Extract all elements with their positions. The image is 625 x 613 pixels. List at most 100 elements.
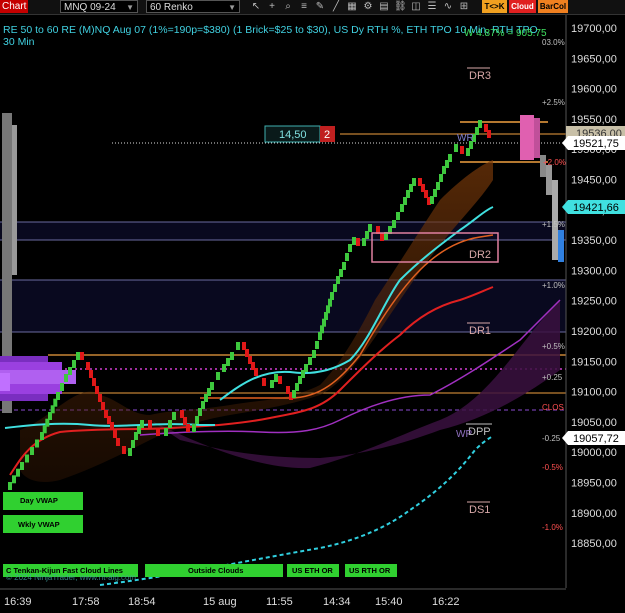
chart-area[interactable]: DR3 DR2 DR1 DPP WP DS1 WR 03.0% +2.5% +2… bbox=[0, 15, 625, 613]
renko-brick-down bbox=[113, 430, 117, 438]
renko-brick-up bbox=[339, 269, 343, 277]
renko-brick-down bbox=[122, 446, 126, 454]
price-tick-label: 19550,00 bbox=[571, 114, 617, 126]
snapshot-icon[interactable]: ◫ bbox=[410, 0, 422, 13]
renko-brick-up bbox=[352, 237, 356, 245]
renko-brick-up bbox=[140, 420, 144, 428]
bar-type-selector[interactable]: 60 Renko ▼ bbox=[146, 0, 240, 13]
time-tick-label: 16:22 bbox=[432, 596, 460, 608]
renko-brick-up bbox=[35, 439, 39, 448]
pct-label: +0.25 bbox=[542, 373, 563, 382]
renko-brick-up bbox=[330, 292, 334, 300]
chevron-down-icon: ▼ bbox=[126, 3, 134, 12]
properties-icon[interactable]: ≡ bbox=[298, 0, 310, 13]
toolbar: Chart MNQ 09-24 ▼ 60 Renko ▼ ↖ + ⌕ ≡ ✎ ╱… bbox=[0, 0, 625, 15]
renko-brick-up bbox=[68, 367, 72, 375]
time-tick-label: 15 aug bbox=[203, 596, 237, 608]
renko-brick-up bbox=[192, 424, 196, 432]
renko-brick-up bbox=[333, 284, 337, 292]
instrument-selector[interactable]: MNQ 09-24 ▼ bbox=[60, 0, 138, 13]
renko-brick-down bbox=[80, 352, 84, 360]
chart-title-line1: RE 50 to 60 RE (M)NQ Aug 07 (1%=190p=$38… bbox=[3, 24, 538, 36]
price-tick-label: 19200,00 bbox=[571, 326, 617, 338]
renko-brick-down bbox=[183, 417, 187, 425]
renko-brick-up bbox=[400, 204, 404, 212]
ds1-label: DS1 bbox=[469, 504, 490, 516]
renko-brick-up bbox=[466, 148, 470, 156]
renko-brick-up bbox=[172, 412, 176, 420]
instrument-label: MNQ 09-24 bbox=[64, 2, 116, 13]
renko-brick-up bbox=[20, 462, 24, 470]
link-icon[interactable]: ⛓ bbox=[394, 0, 407, 13]
close-label: CLOS bbox=[542, 403, 564, 412]
renko-brick-up bbox=[230, 352, 234, 360]
renko-brick-down bbox=[86, 362, 90, 370]
order-qty-text: 2 bbox=[324, 129, 330, 141]
renko-brick-down bbox=[95, 386, 99, 394]
barcol-toggle-button[interactable]: BarCol bbox=[538, 0, 568, 13]
renko-brick-up bbox=[292, 390, 296, 398]
renko-brick-up bbox=[72, 360, 76, 368]
renko-brick-up bbox=[365, 231, 369, 239]
renko-brick-down bbox=[262, 378, 266, 386]
renko-brick-up bbox=[345, 253, 349, 261]
renko-brick-up bbox=[164, 428, 168, 436]
time-axis-labels: 16:39 17:58 18:54 15 aug 11:55 14:34 15:40 16:2… bbox=[4, 596, 460, 608]
renko-brick-down bbox=[380, 233, 384, 241]
chart-menu-button[interactable]: Chart bbox=[0, 0, 28, 13]
time-tick-label: 11:55 bbox=[266, 596, 293, 608]
strategy-icon[interactable]: ⚙ bbox=[362, 0, 374, 13]
tck-toggle-button[interactable]: T<>K bbox=[482, 0, 507, 13]
renko-brick-down bbox=[242, 342, 246, 350]
time-tick-label: 15:40 bbox=[375, 596, 403, 608]
renko-brick-up bbox=[396, 212, 400, 220]
renko-brick-up bbox=[308, 357, 312, 365]
time-tick-label: 14:34 bbox=[323, 596, 351, 608]
chart-trader-order[interactable]: 14,50 2 bbox=[264, 125, 335, 143]
crosshair-icon[interactable]: + bbox=[266, 0, 278, 13]
grid-icon[interactable]: ▦ bbox=[346, 0, 358, 13]
renko-brick-down bbox=[101, 402, 105, 410]
tile-icon[interactable]: ⊞ bbox=[458, 0, 470, 13]
chevron-down-icon: ▼ bbox=[228, 3, 236, 12]
us-rth-or-label: US RTH OR bbox=[349, 566, 391, 575]
renko-brick-up bbox=[128, 448, 132, 456]
price-tick-label: 18950,00 bbox=[571, 478, 617, 490]
pct-label: -0.5% bbox=[542, 463, 563, 472]
zoom-icon[interactable]: ⌕ bbox=[282, 0, 294, 13]
lines-icon[interactable]: ╱ bbox=[330, 0, 342, 13]
price-tick-label: 19350,00 bbox=[571, 235, 617, 247]
renko-brick-up bbox=[368, 224, 372, 232]
cursor-icon[interactable]: ↖ bbox=[250, 0, 262, 13]
draw-icon[interactable]: ✎ bbox=[314, 0, 326, 13]
renko-brick-up bbox=[226, 358, 230, 366]
renko-brick-down bbox=[424, 190, 428, 198]
renko-brick-up bbox=[64, 374, 68, 382]
indicator-icon[interactable]: ∿ bbox=[442, 0, 454, 13]
renko-brick-down bbox=[245, 349, 249, 357]
price-tick-label: 19650,00 bbox=[571, 53, 617, 65]
renko-brick-down bbox=[110, 422, 114, 430]
pct-label: +2.5% bbox=[542, 98, 565, 107]
template-icon[interactable]: ☰ bbox=[426, 0, 438, 13]
renko-brick-up bbox=[304, 364, 308, 372]
price-tick-label: 19450,00 bbox=[571, 175, 617, 187]
renko-brick-up bbox=[362, 238, 366, 246]
cyan-price-text: 19421,66 bbox=[573, 202, 619, 214]
renko-brick-down bbox=[148, 420, 152, 428]
renko-brick-up bbox=[412, 178, 416, 186]
renko-brick-down bbox=[254, 368, 258, 376]
price-tick-label: 19250,00 bbox=[571, 296, 617, 308]
chart-trader-icon[interactable]: ▤ bbox=[378, 0, 390, 13]
cloud-toggle-button[interactable]: Cloud bbox=[509, 0, 536, 13]
renko-brick-up bbox=[236, 342, 240, 350]
renko-brick-down bbox=[180, 410, 184, 418]
price-tick-label: 19150,00 bbox=[571, 356, 617, 368]
renko-brick-up bbox=[315, 341, 319, 349]
time-tick-label: 17:58 bbox=[72, 596, 100, 608]
time-tick-label: 16:39 bbox=[4, 596, 32, 608]
wkly-vwap-label: Wkly VWAP bbox=[18, 520, 60, 529]
price-tick-label: 19050,00 bbox=[571, 417, 617, 429]
renko-brick-up bbox=[439, 174, 443, 182]
renko-brick-up bbox=[270, 380, 274, 388]
